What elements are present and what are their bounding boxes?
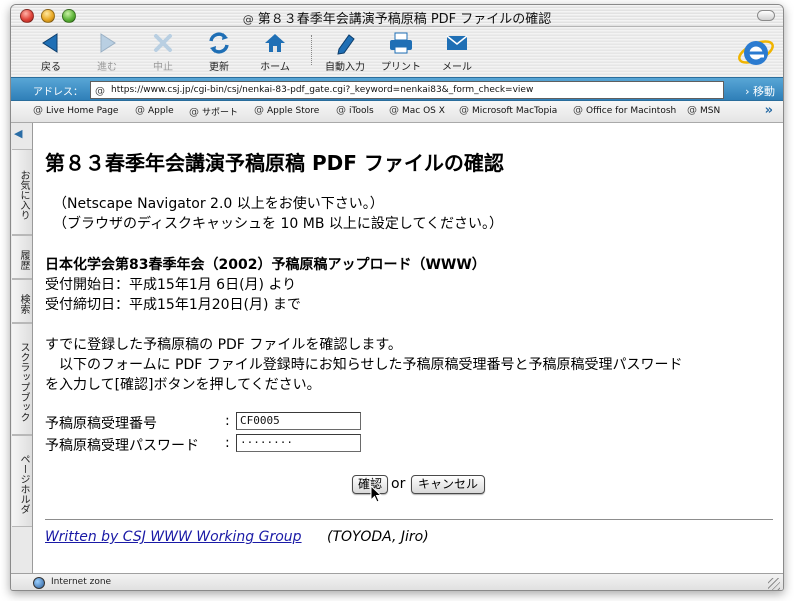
back-button[interactable]: 戻る — [23, 29, 79, 73]
print-button[interactable]: プリント — [373, 29, 429, 73]
acceptance-number-input[interactable]: CF0005 — [236, 412, 361, 430]
sidebar-toggle-icon[interactable]: ◀ — [14, 127, 30, 141]
favorite-at-icon: @ — [135, 105, 145, 116]
favorite-at-icon: @ — [687, 105, 697, 116]
end-date: 受付締切日：平成15年1月20日(月) まで — [45, 297, 301, 313]
cancel-button[interactable]: キャンセル — [411, 475, 485, 494]
favorite-at-icon: @ — [459, 105, 469, 116]
side-tab-page-holder[interactable]: ページホルダ — [12, 435, 32, 527]
favorite-support[interactable]: @ サポート — [189, 105, 238, 118]
home-icon — [265, 34, 285, 52]
footer-credit-link[interactable]: Written by CSJ WWW Working Group — [45, 529, 302, 545]
note-cache: （ブラウザのディスクキャッシュを 10 MB 以上に設定してください。） — [53, 216, 504, 232]
intro-line-3: を入力して[確認]ボタンを押してください。 — [45, 377, 321, 393]
stop-button[interactable]: 中止 — [135, 29, 191, 73]
explorer-sidebar: ◀ お気に入り 履歴 検索 スクラップブック ページホルダ — [11, 123, 33, 573]
favorite-at-icon: @ — [336, 105, 346, 116]
mouse-pointer-icon — [370, 485, 383, 503]
address-bar: アドレス： @ https://www.csj.jp/cgi-bin/csj/n… — [11, 77, 783, 101]
back-arrow-icon — [42, 33, 58, 53]
favorites-more-chevron-icon[interactable]: » — [765, 103, 773, 118]
side-tab-history[interactable]: 履歴 — [12, 235, 32, 279]
autofill-pencil-icon — [337, 34, 355, 55]
favorite-at-icon: @ — [254, 105, 264, 116]
side-tab-favorites[interactable]: お気に入り — [12, 149, 32, 235]
page-at-icon: @ — [95, 86, 105, 97]
home-button[interactable]: ホーム — [247, 29, 303, 73]
zone-status: Internet zone — [51, 577, 112, 587]
password-colon: : — [225, 435, 230, 451]
favorite-live-home-page[interactable]: @ Live Home Page — [33, 105, 118, 116]
or-text: or — [391, 476, 406, 492]
refresh-icon — [209, 32, 229, 54]
favorite-apple[interactable]: @ Apple — [135, 105, 174, 116]
mail-envelope-icon — [446, 35, 468, 50]
favorite-at-icon: @ — [389, 105, 399, 116]
go-button[interactable]: › 移動 — [745, 83, 775, 99]
favorite-at-icon: @ — [573, 105, 583, 116]
footer-divider — [45, 519, 773, 520]
acceptance-password-input[interactable]: ········ — [236, 434, 361, 452]
event-title: 日本化学会第83春季年会（2002）予稿原稿アップロード（WWW） — [45, 257, 486, 273]
intro-line-2: 以下のフォームに PDF ファイル登録時にお知らせした予稿原稿受理番号と予稿原稿… — [45, 357, 683, 373]
favorite-itools[interactable]: @ iTools — [336, 105, 374, 116]
side-tab-search[interactable]: 検索 — [12, 279, 32, 323]
internet-zone-globe-icon — [33, 577, 45, 589]
toolbar: 戻る 進む 中止 更新 ホーム 自動入力 プリント メール — [11, 27, 783, 77]
page-heading: 第８３春季年会講演予稿原稿 PDF ファイルの確認 — [45, 151, 504, 175]
favorite-microsoft-mactopia[interactable]: @ Microsoft MacTopia — [459, 105, 557, 116]
favorite-at-icon: @ — [189, 107, 199, 118]
title-bar[interactable]: @ 第８３春季年会講演予稿原稿 PDF ファイルの確認 — [11, 5, 783, 27]
mail-button[interactable]: メール — [429, 29, 485, 73]
side-tab-scrapbook[interactable]: スクラップブック — [12, 323, 32, 435]
page-icon: @ — [242, 13, 254, 26]
note-netscape: （Netscape Navigator 2.0 以上をお使い下さい。） — [53, 196, 384, 212]
toolbar-toggle-button[interactable] — [757, 10, 775, 21]
autofill-button[interactable]: 自動入力 — [317, 29, 373, 73]
browser-window: @ 第８３春季年会講演予稿原稿 PDF ファイルの確認 戻る 進む 中止 更新 … — [10, 4, 784, 591]
forward-button[interactable]: 進む — [79, 29, 135, 73]
password-label: 予稿原稿受理パスワード — [45, 438, 199, 454]
id-label: 予稿原稿受理番号 — [45, 416, 157, 432]
favorite-at-icon: @ — [33, 105, 43, 116]
internet-explorer-logo-icon — [738, 40, 774, 65]
printer-icon — [390, 32, 412, 54]
favorite-msn[interactable]: @ MSN — [687, 105, 720, 116]
intro-line-1: すでに登録した予稿原稿の PDF ファイルを確認します。 — [45, 337, 402, 353]
address-input[interactable]: @ https://www.csj.jp/cgi-bin/csj/nenkai-… — [90, 81, 724, 99]
status-bar: Internet zone — [11, 573, 783, 590]
toolbar-separator — [311, 35, 312, 65]
footer-author: (TOYODA, Jiro) — [327, 529, 429, 545]
favorite-office-for-macintosh[interactable]: @ Office for Macintosh — [573, 105, 676, 116]
favorite-mac-os-x[interactable]: @ Mac OS X — [389, 105, 445, 116]
stop-x-icon — [154, 34, 172, 52]
address-label: アドレス： — [33, 87, 83, 98]
id-colon: : — [225, 413, 230, 429]
favorites-bar: @ Live Home Page @ Apple @ サポート @ Apple Stor… — [11, 101, 783, 123]
forward-arrow-icon — [100, 33, 116, 53]
page-content: 第８３春季年会講演予稿原稿 PDF ファイルの確認 （Netscape Navi… — [33, 123, 783, 573]
favorite-apple-store[interactable]: @ Apple Store — [254, 105, 319, 116]
window-title: @ 第８３春季年会講演予稿原稿 PDF ファイルの確認 — [242, 12, 552, 27]
start-date: 受付開始日：平成15年1月 6日(月) より — [45, 277, 297, 293]
refresh-button[interactable]: 更新 — [191, 29, 247, 73]
resize-grip[interactable] — [768, 578, 780, 590]
